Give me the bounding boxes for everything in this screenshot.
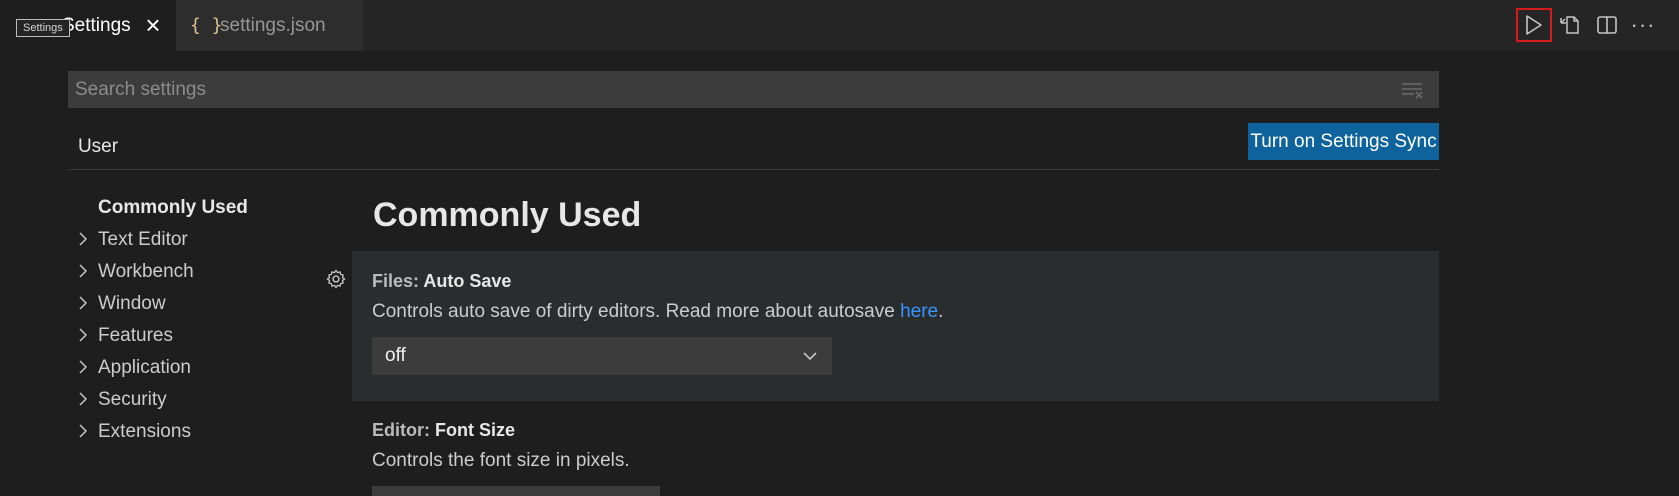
clear-filter-icon[interactable] (1400, 80, 1424, 100)
chevron-down-icon (803, 352, 817, 361)
toc-item-label: Workbench (98, 261, 194, 282)
font-size-input[interactable] (372, 486, 660, 496)
tab-settings-json-label: settings.json (220, 14, 326, 36)
run-button[interactable] (1516, 8, 1552, 42)
gear-icon[interactable] (325, 268, 347, 290)
open-settings-json-icon (1560, 16, 1579, 34)
more-actions-button[interactable]: ··· (1625, 8, 1661, 42)
chevron-right-icon (79, 232, 88, 246)
close-icon[interactable]: × (140, 10, 166, 40)
auto-save-select[interactable]: off (372, 337, 832, 375)
tab-tooltip: Settings (16, 19, 70, 37)
chevron-right-icon (79, 264, 88, 278)
tab-user-settings[interactable]: User (68, 127, 128, 170)
setting-key: Font Size (435, 420, 515, 440)
toc-item-label: Text Editor (98, 229, 188, 250)
toc-item-label: Features (98, 325, 173, 346)
tab-settings-json[interactable]: { } settings.json (176, 0, 363, 51)
setting-description: Controls the font size in pixels. (372, 450, 630, 471)
setting-description-text: Controls auto save of dirty editors. Rea… (372, 301, 901, 322)
section-heading: Commonly Used (373, 196, 642, 234)
autosave-docs-link[interactable]: here (900, 301, 938, 322)
tab-settings-label: Settings (62, 14, 131, 36)
toc-item-label: Security (98, 389, 167, 410)
run-icon (1526, 15, 1542, 35)
toc-item-label: Commonly Used (98, 197, 248, 218)
setting-category: Editor: (372, 420, 435, 440)
json-file-icon: { } (190, 15, 223, 36)
setting-title: Editor: Font Size (372, 420, 515, 441)
chevron-right-icon (79, 392, 88, 406)
open-settings-json-button[interactable] (1553, 8, 1589, 42)
search-box (68, 71, 1439, 108)
editor-tab-bar: Settings × { } settings.json Settings ··… (0, 0, 1679, 51)
search-input[interactable] (68, 71, 1378, 108)
toc-item-label: Window (98, 293, 166, 314)
setting-files-auto-save (352, 251, 1439, 401)
turn-on-settings-sync-button[interactable]: Turn on Settings Sync (1248, 123, 1439, 160)
split-editor-icon (1597, 16, 1617, 34)
toc-item-label: Extensions (98, 421, 191, 442)
setting-key: Auto Save (423, 271, 512, 291)
scope-divider (68, 169, 1439, 170)
setting-category: Files: (372, 271, 424, 291)
more-icon: ··· (1630, 12, 1656, 37)
toc-item-label: Application (98, 357, 191, 378)
auto-save-select-value: off (385, 345, 406, 366)
chevron-right-icon (79, 296, 88, 310)
split-editor-button[interactable] (1589, 8, 1625, 42)
chevron-right-icon (79, 360, 88, 374)
chevron-right-icon (79, 424, 88, 438)
chevron-right-icon (79, 328, 88, 342)
setting-title: Files: Auto Save (372, 271, 511, 292)
setting-description: Controls auto save of dirty editors. Rea… (372, 301, 943, 323)
setting-description-suffix: . (938, 301, 944, 322)
